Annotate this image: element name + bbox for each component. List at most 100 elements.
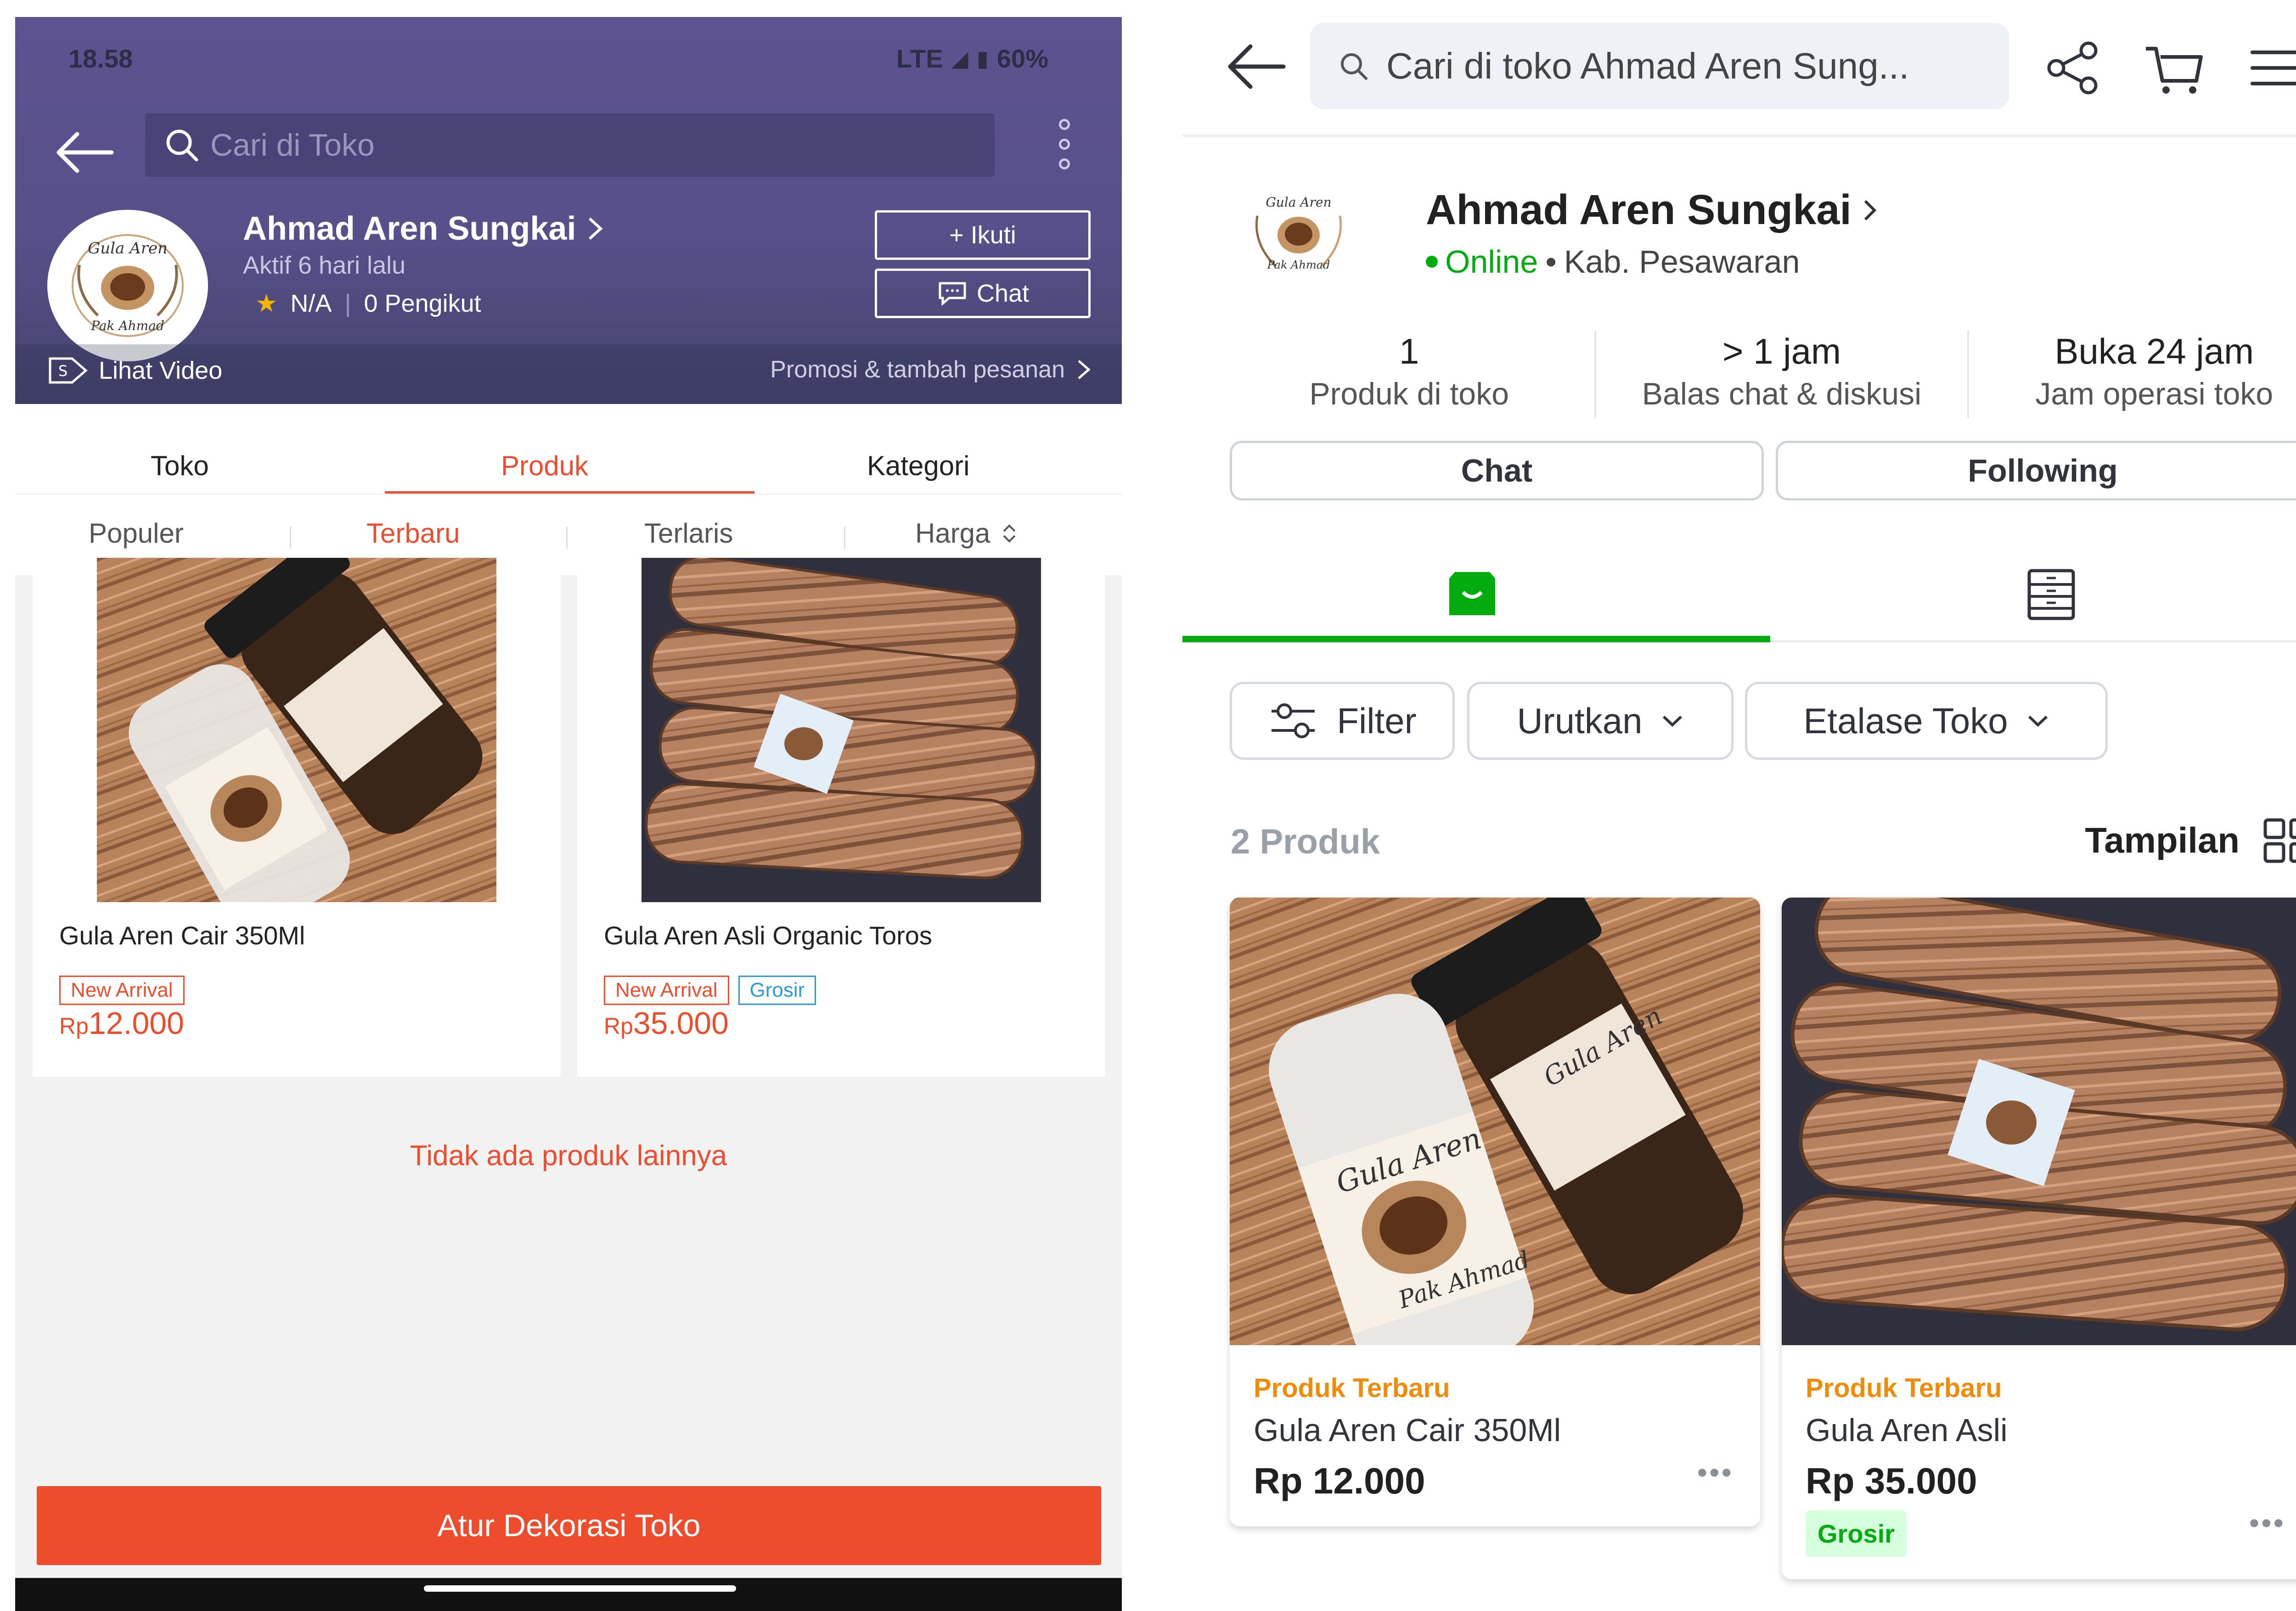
- list-icon: [2027, 569, 2075, 620]
- shopee-shop-page: 18.58 LTE ◢ ▮ 60% Cari di Toko Gula Aren…: [15, 17, 1122, 1611]
- status-time: 18.58: [68, 44, 133, 73]
- shop-avatar[interactable]: Gula Aren Pak Ahmad: [1239, 174, 1358, 294]
- battery-level: 60%: [996, 44, 1048, 73]
- product-label: Produk Terbaru: [1806, 1373, 2002, 1403]
- decorate-shop-button[interactable]: Atur Dekorasi Toko: [37, 1486, 1101, 1565]
- sort-label: Urutkan: [1517, 700, 1643, 741]
- tokopedia-shop-page: Cari di toko Ahmad Aren Sung... Gula Are…: [1182, 0, 2296, 1611]
- shop-status-row: Online • Kab. Pesawaran: [1426, 243, 1800, 280]
- sort-chip[interactable]: Urutkan: [1467, 682, 1733, 760]
- tab-product-list[interactable]: [1761, 539, 2296, 650]
- shop-last-active: Aktif 6 hari lalu: [243, 252, 406, 279]
- search-placeholder: Cari di Toko: [210, 128, 375, 163]
- online-dot-icon: [1426, 256, 1438, 268]
- shop-header: 18.58 LTE ◢ ▮ 60% Cari di Toko Gula Aren…: [15, 17, 1122, 404]
- star-icon: ★: [255, 290, 278, 317]
- product-badges: New Arrival: [59, 976, 185, 1005]
- filter-label: Filter: [1337, 700, 1417, 741]
- stat-products: 1 Produk di toko: [1224, 331, 1594, 418]
- promo-link[interactable]: Promosi & tambah pesanan: [770, 356, 1092, 383]
- search-icon: [166, 129, 198, 162]
- watch-video-link[interactable]: S Lihat Video: [47, 356, 222, 385]
- product-card[interactable]: Gula Aren Gula Aren Pak Ahmad Produk Ter…: [1230, 898, 1760, 1527]
- sort-terlaris[interactable]: Terlaris: [644, 517, 733, 549]
- product-name: Gula Aren Asli: [1806, 1412, 2008, 1448]
- product-badges: New Arrival Grosir: [604, 976, 816, 1005]
- shop-search-input[interactable]: Cari di Toko: [145, 113, 995, 177]
- sort-populer[interactable]: Populer: [89, 517, 184, 549]
- chat-button[interactable]: Chat: [1230, 441, 1764, 500]
- stat-label: Produk di toko: [1309, 376, 1509, 411]
- cart-icon[interactable]: [2142, 36, 2206, 100]
- badge-grosir: Grosir: [1806, 1510, 1907, 1557]
- price-value: 35.000: [633, 1006, 729, 1041]
- shop-name-link[interactable]: Ahmad Aren Sungkai: [243, 210, 604, 247]
- stat-label: Balas chat & diskusi: [1642, 376, 1922, 411]
- sort-terbaru[interactable]: Terbaru: [366, 517, 460, 549]
- active-tab-indicator: [1182, 636, 1770, 642]
- share-icon[interactable]: [2041, 36, 2105, 100]
- tab-kategori[interactable]: Kategori: [867, 450, 969, 482]
- stat-label: Jam operasi toko: [2035, 376, 2273, 411]
- product-image: [642, 558, 1041, 902]
- shop-location: Kab. Pesawaran: [1564, 244, 1800, 280]
- product-card[interactable]: Gula Aren Cair 350Ml New Arrival Rp12.00…: [33, 558, 561, 1077]
- back-arrow-icon[interactable]: [1224, 39, 1288, 94]
- product-label: Produk Terbaru: [1254, 1373, 1450, 1403]
- following-button[interactable]: Following: [1776, 441, 2296, 500]
- product-card[interactable]: Produk Terbaru Gula Aren Asli Rp 35.000 …: [1782, 898, 2296, 1579]
- shop-name: Ahmad Aren Sungkai: [1426, 186, 1851, 233]
- view-toggle[interactable]: Tampilan: [2085, 817, 2296, 863]
- chat-label: Chat: [976, 280, 1030, 307]
- filter-chip[interactable]: Filter: [1230, 682, 1455, 760]
- shop-search-input[interactable]: Cari di toko Ahmad Aren Sung...: [1310, 23, 2009, 109]
- follow-button[interactable]: + Ikuti: [875, 210, 1091, 260]
- product-price: Rp 12.000: [1254, 1460, 1425, 1501]
- separator-dot: •: [1545, 244, 1557, 280]
- watch-video-label: Lihat Video: [99, 357, 223, 384]
- tab-toko[interactable]: Toko: [151, 450, 209, 482]
- etalase-chip[interactable]: Etalase Toko: [1745, 682, 2108, 760]
- badge-grosir: Grosir: [738, 976, 816, 1005]
- badge-new-arrival: New Arrival: [59, 976, 185, 1005]
- more-menu-icon[interactable]: [1053, 119, 1076, 169]
- divider: [1182, 134, 2296, 137]
- hamburger-menu-icon[interactable]: [2243, 36, 2296, 100]
- sort-harga[interactable]: Harga: [915, 517, 1018, 549]
- product-name: Gula Aren Cair 350Ml: [1254, 1412, 1561, 1448]
- battery-icon: ▮: [976, 46, 989, 71]
- price-value: 12.000: [88, 1006, 184, 1041]
- system-nav-bar: [15, 1578, 1122, 1611]
- tab-shop-home[interactable]: [1182, 539, 1761, 650]
- stat-value: 1: [1399, 331, 1419, 371]
- stat-value: Buka 24 jam: [2054, 331, 2254, 371]
- svg-text:S: S: [58, 362, 68, 380]
- chat-button[interactable]: Chat: [875, 269, 1091, 318]
- divider: [290, 527, 291, 549]
- svg-text:Pak Ahmad: Pak Ahmad: [90, 318, 164, 333]
- follow-label: + Ikuti: [949, 221, 1016, 249]
- shop-rating: N/A: [290, 289, 332, 317]
- home-indicator[interactable]: [424, 1585, 736, 1592]
- product-price: Rp 35.000: [1806, 1460, 1977, 1501]
- chevron-down-icon: [1662, 715, 1682, 727]
- shop-name-link[interactable]: Ahmad Aren Sungkai: [1426, 186, 1879, 234]
- tab-produk[interactable]: Produk: [501, 450, 588, 482]
- video-icon: S: [49, 357, 88, 384]
- product-price: Rp12.000: [59, 1005, 184, 1041]
- signal-icon: ◢: [951, 46, 968, 71]
- currency: Rp: [604, 1013, 633, 1039]
- stat-operating-hours: Buka 24 jam Jam operasi toko: [1967, 331, 2296, 418]
- back-arrow-icon[interactable]: [52, 127, 116, 178]
- shop-avatar[interactable]: Gula Aren Pak Ahmad: [47, 210, 208, 361]
- more-options-icon[interactable]: •••: [2249, 1506, 2285, 1540]
- sort-harga-label: Harga: [915, 518, 990, 549]
- product-card[interactable]: Gula Aren Asli Organic Toros New Arrival…: [577, 558, 1105, 1077]
- follower-count: 0 Pengikut: [364, 289, 481, 317]
- svg-text:Gula Aren: Gula Aren: [1266, 195, 1331, 210]
- badge-new-arrival: New Arrival: [604, 976, 729, 1005]
- promo-label: Promosi & tambah pesanan: [770, 356, 1065, 383]
- more-options-icon[interactable]: •••: [1697, 1455, 1733, 1489]
- chat-bubble-icon: [939, 282, 966, 306]
- no-more-products: Tidak ada produk lainnya: [410, 1140, 727, 1172]
